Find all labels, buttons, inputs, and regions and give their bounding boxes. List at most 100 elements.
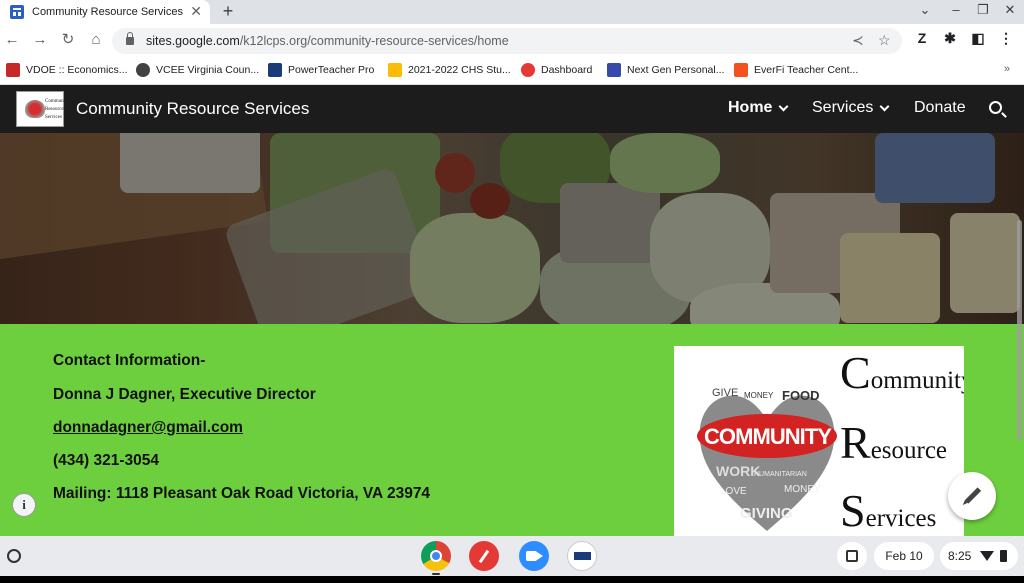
home-icon[interactable]: ⌂	[86, 30, 106, 50]
contact-heading: Contact Information-	[53, 352, 206, 369]
crs-word-rest: ommunity	[870, 367, 964, 394]
heart-word: HUMANITARIAN	[754, 471, 807, 478]
bookmark-powerteacher[interactable]: PowerTeacher Pro	[268, 63, 374, 77]
nav-services[interactable]: Services	[812, 99, 890, 117]
zoom-camera-body	[526, 551, 537, 561]
bookmark-vdoe[interactable]: VDOE :: Economics...	[6, 63, 128, 77]
address-bar[interactable]: sites.google.com/k12lcps.org/community-r…	[112, 28, 902, 54]
contact-phone: (434) 321-3054	[53, 452, 159, 469]
back-icon[interactable]: ←	[2, 30, 22, 50]
bookmark-chs-students[interactable]: 2021-2022 CHS Stu...	[388, 63, 511, 77]
bookmark-next-gen[interactable]: Next Gen Personal...	[607, 63, 724, 77]
everfi-favicon-icon	[734, 63, 748, 77]
site-logo-lines: Community Resource Services	[45, 98, 69, 122]
nav-donate[interactable]: Donate	[914, 99, 966, 117]
nav-home-label: Home	[728, 99, 773, 116]
contact-email-link[interactable]: donnadagner@gmail.com	[53, 419, 243, 437]
classroom-mark	[574, 552, 591, 560]
nav-home[interactable]: Home	[728, 99, 789, 117]
tab-close-icon[interactable]: ✕	[190, 3, 202, 20]
crs-cap-letter: S	[840, 485, 866, 536]
crs-cap-letter: C	[840, 347, 871, 398]
browser-tab[interactable]: Community Resource Services ✕	[0, 0, 210, 24]
status-tray[interactable]: 8:25	[940, 542, 1018, 570]
bookmark-label: VDOE :: Economics...	[26, 64, 128, 76]
wifi-icon	[980, 551, 995, 561]
tab-strip: Community Resource Services ✕ + ⌄ – ❐ ✕	[0, 0, 1024, 24]
hero-image-produce	[0, 133, 1024, 324]
holding-space-icon[interactable]	[837, 542, 867, 570]
launcher-icon[interactable]	[7, 549, 21, 563]
globe-icon	[136, 63, 150, 77]
share-icon[interactable]: ≺	[852, 32, 864, 49]
url-text[interactable]: sites.google.com/k12lcps.org/community-r…	[146, 34, 509, 48]
chrome-app-icon[interactable]	[421, 541, 451, 571]
info-icon[interactable]: i	[12, 493, 36, 517]
google-drive-icon	[388, 63, 402, 77]
nav-donate-label: Donate	[914, 99, 966, 116]
lock-icon[interactable]	[126, 32, 134, 45]
google-sites-favicon-icon	[10, 5, 24, 19]
zoom-camera-lens	[537, 552, 543, 560]
bookmark-everfi[interactable]: EverFi Teacher Cent...	[734, 63, 858, 77]
site-header: Community Resource Services Community Re…	[0, 85, 1024, 133]
page-scrollbar[interactable]	[1017, 220, 1022, 440]
heart-word: GIVE	[712, 387, 738, 399]
heart-word-cloud-icon: GIVE MONEY FOOD COMMUNITY WORK HUMANITAR…	[697, 387, 837, 531]
site-logo-line: Services	[45, 115, 62, 120]
holding-space-glyph	[846, 550, 858, 562]
bookmark-label: Next Gen Personal...	[627, 64, 725, 76]
minimize-icon[interactable]: –	[946, 2, 966, 17]
heart-word: MONEY	[744, 391, 774, 400]
chrome-active-indicator	[432, 573, 440, 575]
side-panel-icon[interactable]: ◧	[968, 30, 988, 47]
edit-pencil-button[interactable]	[948, 472, 996, 520]
zoom-extension-icon[interactable]: Z	[912, 30, 932, 46]
heart-word: LOVE	[720, 486, 747, 497]
search-icon[interactable]	[989, 101, 1002, 114]
chevron-down-icon[interactable]	[879, 101, 890, 111]
classroom-app-icon[interactable]	[567, 541, 597, 571]
bookmark-label: EverFi Teacher Cent...	[754, 64, 859, 76]
tab-search-icon[interactable]: ⌄	[915, 2, 935, 18]
crs-word-rest: esource	[870, 437, 948, 464]
zoom-app-icon[interactable]	[519, 541, 549, 571]
heart-word: GIVING	[740, 505, 793, 522]
bookmarks-bar: VDOE :: Economics... VCEE Virginia Coun.…	[0, 57, 1024, 85]
contact-section: Contact Information- Donna J Dagner, Exe…	[0, 324, 1024, 536]
url-host: sites.google.com	[146, 34, 240, 48]
crs-logo-image: GIVE MONEY FOOD COMMUNITY WORK HUMANITAR…	[674, 346, 964, 536]
crs-word-community: Community	[840, 346, 964, 399]
bookmark-label: Dashboard	[541, 64, 593, 76]
tab-title: Community Resource Services	[32, 6, 183, 18]
hero-overlay	[0, 133, 1024, 324]
crs-word-resource: Resource	[840, 416, 947, 469]
more-bookmarks-icon[interactable]: »	[1004, 63, 1010, 75]
bookmark-star-icon[interactable]: ☆	[878, 32, 891, 49]
menu-kebab-icon[interactable]: ⋮	[996, 30, 1016, 47]
new-tab-button[interactable]: +	[218, 0, 238, 24]
crs-cap-letter: R	[840, 417, 871, 468]
site-logo[interactable]: Community Resource Services	[16, 91, 69, 127]
battery-icon	[1000, 550, 1008, 562]
crs-word-services: Services	[840, 484, 936, 536]
reload-icon[interactable]: ↻	[58, 30, 78, 50]
heart-word: FOOD	[782, 388, 820, 403]
url-path: /k12lcps.org/community-resource-services…	[239, 34, 509, 48]
lucid-app-icon[interactable]	[469, 541, 499, 571]
shelf-time: 8:25	[948, 549, 972, 563]
crs-word-rest: ervices	[865, 505, 937, 532]
heart-word-community: COMMUNITY	[704, 424, 832, 449]
site-title[interactable]: Community Resource Services	[76, 99, 309, 119]
bookmark-dashboard[interactable]: Dashboard	[521, 63, 592, 77]
dashboard-favicon-icon	[521, 63, 535, 77]
bookmark-vcee[interactable]: VCEE Virginia Coun...	[136, 63, 259, 77]
chevron-down-icon[interactable]	[779, 101, 789, 111]
extensions-puzzle-icon[interactable]: ✱	[940, 30, 960, 47]
forward-icon[interactable]: →	[30, 30, 50, 50]
date-tray[interactable]: Feb 10	[874, 542, 934, 570]
restore-icon[interactable]: ❐	[973, 2, 993, 18]
bookmark-label: 2021-2022 CHS Stu...	[408, 64, 511, 76]
close-window-icon[interactable]: ✕	[1000, 2, 1020, 18]
heart-logo-icon	[25, 100, 45, 118]
